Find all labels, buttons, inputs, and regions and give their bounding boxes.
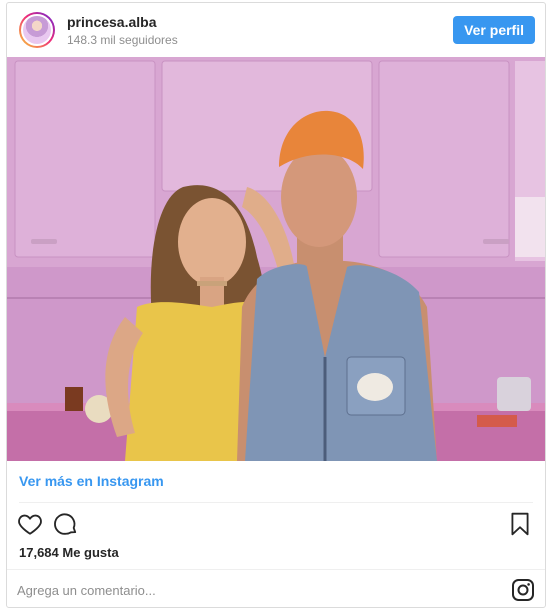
save-button[interactable] xyxy=(507,511,533,537)
avatar-image xyxy=(21,14,53,46)
post-photo-illustration xyxy=(7,57,545,461)
view-more-on-instagram-link[interactable]: Ver más en Instagram xyxy=(19,473,164,489)
divider xyxy=(19,502,533,503)
view-profile-button[interactable]: Ver perfil xyxy=(453,16,535,44)
bookmark-icon xyxy=(511,512,529,536)
instagram-logo-link[interactable] xyxy=(511,578,535,602)
post-image[interactable] xyxy=(7,57,545,461)
like-button[interactable] xyxy=(17,511,43,537)
heart-icon xyxy=(18,514,42,535)
post-header: princesa.alba 148.3 mil seguidores Ver p… xyxy=(7,3,545,57)
username[interactable]: princesa.alba xyxy=(67,14,157,30)
instagram-icon xyxy=(512,579,534,601)
follower-count: 148.3 mil seguidores xyxy=(67,33,178,47)
comment-button[interactable] xyxy=(53,511,79,537)
comment-input[interactable] xyxy=(17,578,467,602)
comment-section xyxy=(7,569,545,607)
comment-bubble-icon xyxy=(54,513,77,535)
like-count: 17,684 Me gusta xyxy=(19,545,119,560)
avatar[interactable] xyxy=(19,12,55,48)
instagram-embed-card: princesa.alba 148.3 mil seguidores Ver p… xyxy=(6,2,546,608)
